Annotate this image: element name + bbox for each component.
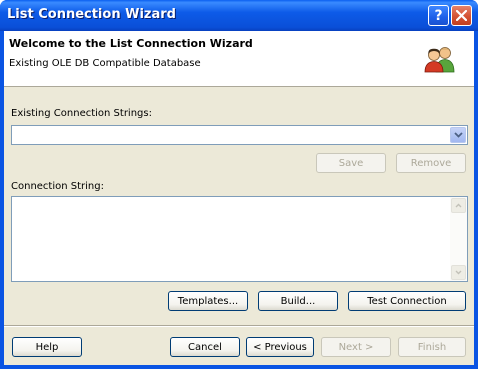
scroll-down-button[interactable] (451, 265, 466, 280)
footer-divider (4, 325, 474, 327)
help-title-button[interactable]: ? (428, 5, 449, 26)
finish-button[interactable]: Finish (398, 337, 466, 357)
scroll-up-button[interactable] (451, 198, 466, 213)
templates-button[interactable]: Templates... (168, 291, 248, 311)
cancel-button[interactable]: Cancel (170, 337, 240, 357)
close-icon (456, 10, 467, 21)
build-button[interactable]: Build... (258, 291, 338, 311)
chevron-up-icon (455, 203, 462, 208)
chevron-down-icon (455, 270, 462, 275)
question-mark-icon: ? (434, 7, 443, 24)
chevron-down-icon (453, 132, 463, 138)
existing-connections-label: Existing Connection Strings: (11, 108, 152, 119)
dialog-body: Welcome to the List Connection Wizard Ex… (4, 31, 474, 365)
remove-button[interactable]: Remove (396, 153, 466, 173)
connection-string-label: Connection String: (11, 181, 104, 192)
vertical-scrollbar[interactable] (450, 197, 467, 281)
dropdown-button[interactable] (450, 127, 466, 143)
wizard-window: List Connection Wizard ? Welcome to the … (0, 0, 478, 369)
previous-button[interactable]: < Previous (246, 337, 314, 357)
connection-string-input[interactable] (11, 196, 468, 282)
next-button[interactable]: Next > (321, 337, 391, 357)
header-subtitle: Existing OLE DB Compatible Database (9, 58, 201, 69)
users-icon (424, 47, 455, 73)
existing-connections-combo[interactable] (11, 125, 468, 145)
save-button[interactable]: Save (316, 153, 386, 173)
test-connection-button[interactable]: Test Connection (348, 291, 466, 311)
header-title: Welcome to the List Connection Wizard (9, 37, 253, 50)
window-title: List Connection Wizard (7, 7, 176, 22)
title-bar[interactable]: List Connection Wizard ? (0, 0, 478, 31)
help-button[interactable]: Help (12, 337, 82, 357)
wizard-header: Welcome to the List Connection Wizard Ex… (4, 31, 474, 87)
close-button[interactable] (451, 5, 472, 26)
